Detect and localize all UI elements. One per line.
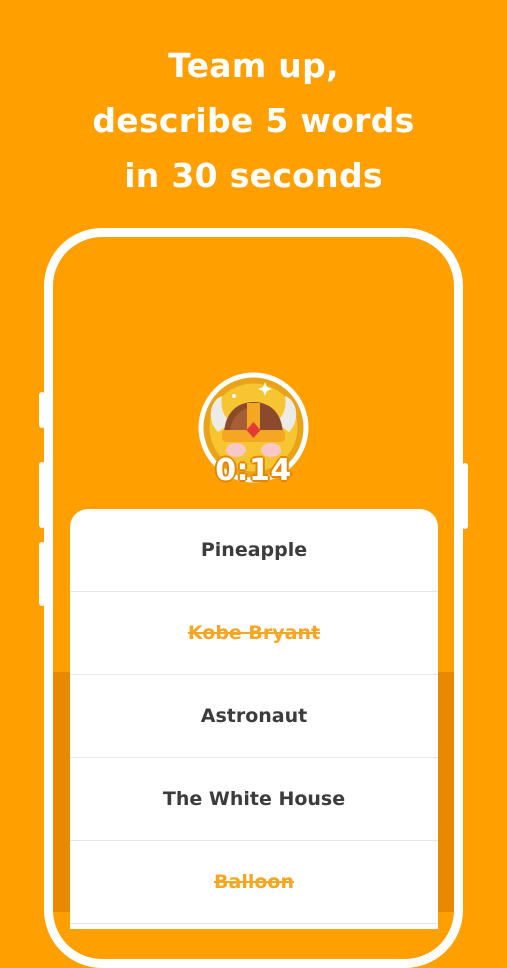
countdown-timer: 0:14 <box>214 452 292 489</box>
word-row[interactable]: The White House <box>70 758 438 841</box>
word-row[interactable]: Balloon <box>70 841 438 924</box>
word-row[interactable]: Pineapple <box>70 509 438 592</box>
headline-line-2: describe 5 words <box>92 101 415 140</box>
headline-line-3: in 30 seconds <box>124 156 383 195</box>
headline-line-1: Team up, <box>168 46 339 85</box>
promo-headline: Team up, describe 5 words in 30 seconds <box>0 38 507 203</box>
word-list-card: Pineapple Kobe Bryant Astronaut The White H… <box>70 509 438 929</box>
word-row[interactable]: Astronaut <box>70 675 438 758</box>
word-row[interactable]: Kobe Bryant <box>70 592 438 675</box>
